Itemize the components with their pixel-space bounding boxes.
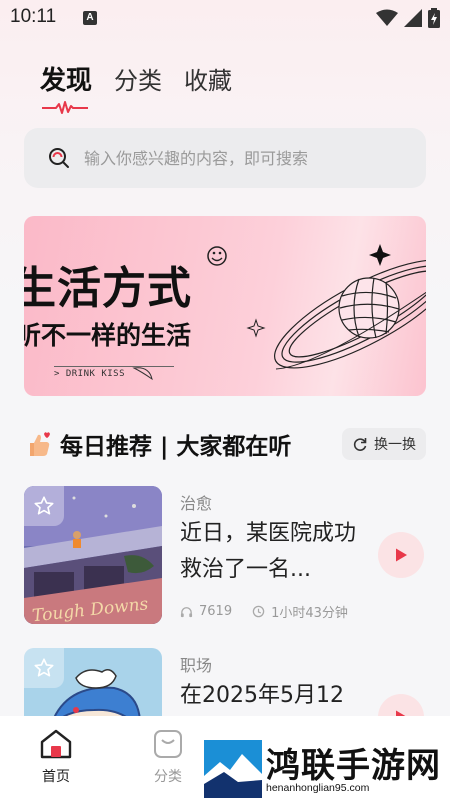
banner[interactable]: 生活方式 听不一样的生活 > DRINK KISS	[24, 216, 426, 396]
battery-icon	[428, 8, 440, 28]
search-icon	[49, 148, 69, 168]
watermark-text: 鸿联手游网	[266, 746, 441, 786]
play-icon	[396, 548, 407, 562]
thumbs-up-icon	[30, 432, 50, 456]
star-icon	[34, 496, 54, 515]
tab-discover[interactable]: 发现	[40, 60, 92, 97]
banner-tag: > DRINK KISS	[54, 366, 174, 379]
item-category: 治愈	[180, 494, 213, 513]
home-icon	[40, 729, 72, 759]
star-icon	[34, 658, 54, 677]
signal-icon	[404, 9, 422, 27]
nav-home[interactable]: 首页	[26, 728, 86, 786]
refresh-icon	[353, 438, 367, 451]
active-tab-indicator	[42, 101, 88, 114]
bag-icon	[154, 730, 182, 758]
play-count: 7619	[199, 604, 233, 619]
duration: 1小时43分钟	[271, 606, 348, 621]
headphones-icon	[180, 607, 193, 618]
notification-icon: A	[83, 11, 97, 25]
watermark-url: henanhonglian95.com	[266, 782, 370, 794]
search-bar[interactable]	[24, 128, 426, 188]
section-title: 每日推荐 | 大家都在听	[60, 434, 292, 460]
play-button[interactable]	[378, 532, 424, 578]
wifi-icon	[376, 9, 398, 26]
list-item[interactable]: Tough Downs 治愈 近日，某医院成功救治了一名... 7619 1小时…	[24, 486, 426, 626]
favorite-star-button[interactable]	[24, 648, 64, 688]
status-bar: 10:11 A	[0, 0, 450, 36]
section-header: 每日推荐 | 大家都在听 换一换	[24, 426, 426, 462]
item-meta: 7619 1小时43分钟	[180, 602, 348, 621]
item-cover: Tough Downs	[24, 486, 162, 624]
status-icons	[376, 8, 440, 28]
refresh-button[interactable]: 换一换	[342, 428, 426, 460]
top-tabs: 发现 分类 收藏	[40, 60, 232, 97]
refresh-label: 换一换	[374, 437, 416, 453]
search-input[interactable]	[84, 148, 394, 168]
nav-category[interactable]: 分类	[138, 728, 198, 786]
clock-icon	[252, 605, 265, 618]
watermark: 鸿联手游网 henanhonglian95.com	[204, 738, 450, 800]
item-title: 在2025年5月12	[180, 683, 344, 708]
nav-category-label: 分类	[154, 769, 182, 785]
watermark-logo	[204, 740, 262, 798]
item-category: 职场	[180, 656, 213, 675]
item-title: 近日，某医院成功救治了一名...	[180, 521, 357, 582]
banner-title: 生活方式	[24, 263, 192, 314]
banner-subtitle: 听不一样的生活	[24, 321, 192, 350]
tab-favorites[interactable]: 收藏	[184, 61, 232, 96]
nav-home-label: 首页	[42, 769, 70, 785]
favorite-star-button[interactable]	[24, 486, 64, 526]
tab-category[interactable]: 分类	[114, 61, 162, 96]
status-time: 10:11	[10, 6, 57, 27]
